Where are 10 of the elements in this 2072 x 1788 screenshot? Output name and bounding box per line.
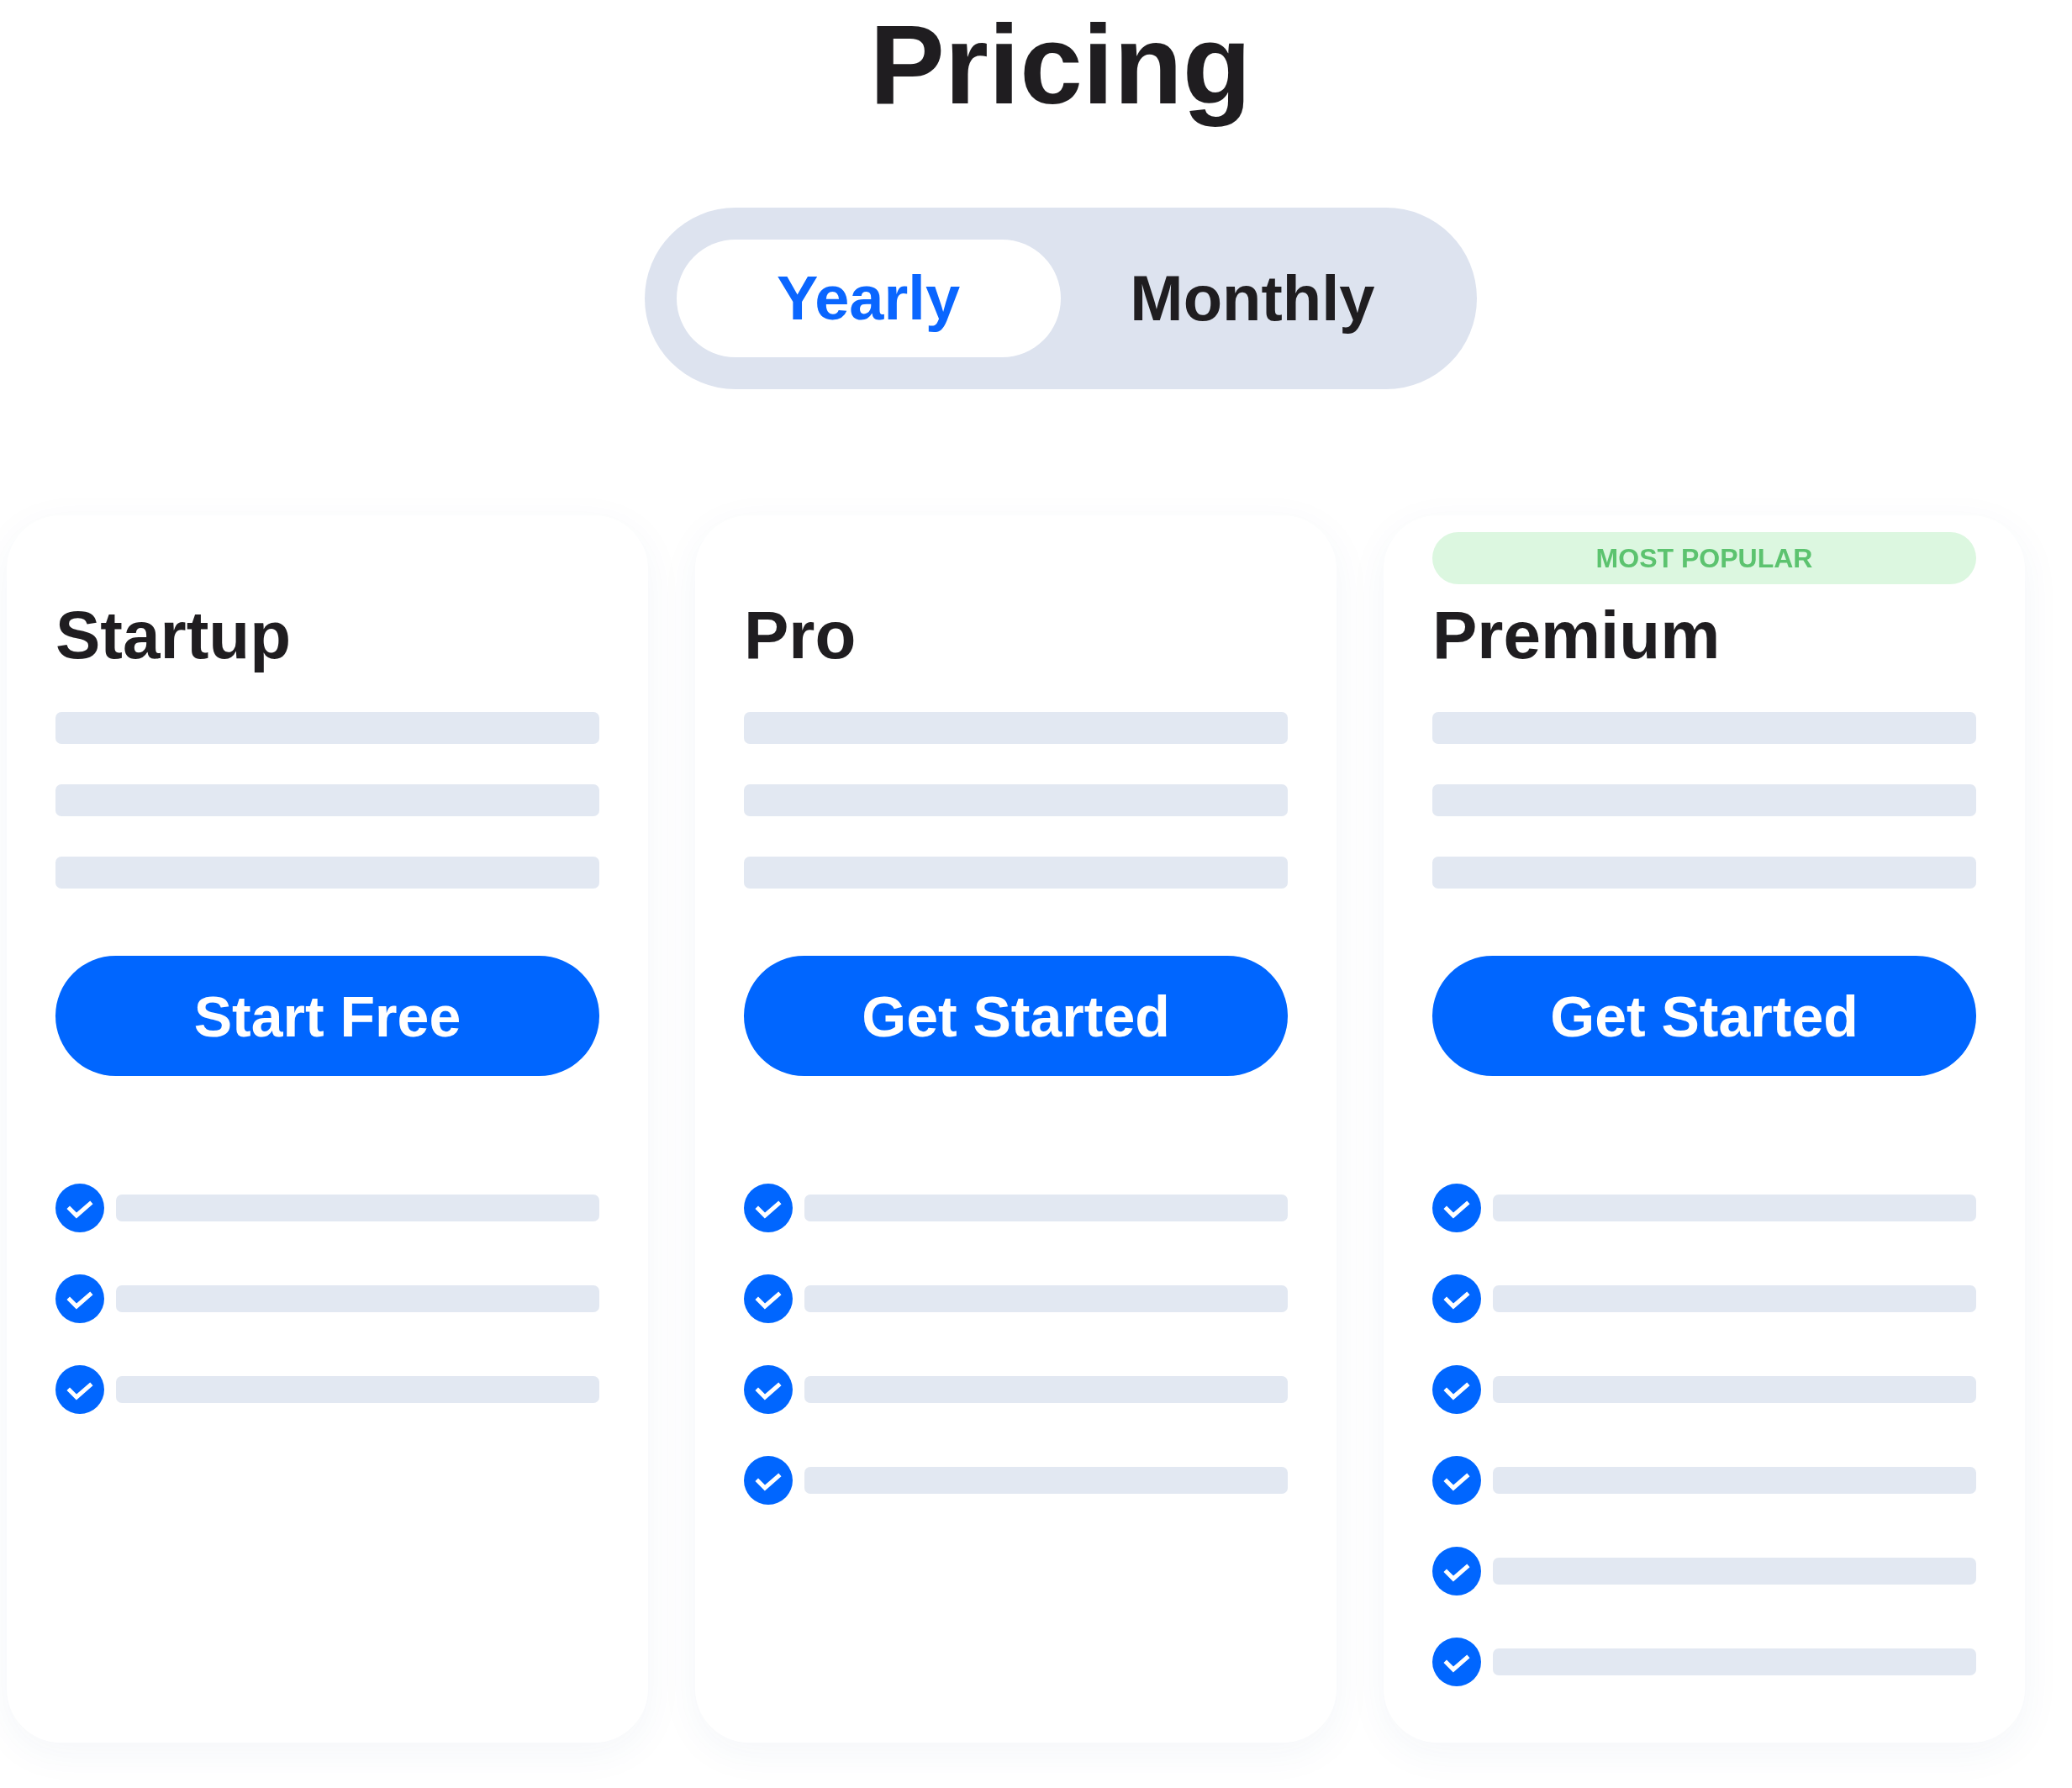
plan-name: Startup <box>55 597 292 675</box>
plan-name: Premium <box>1432 597 1721 675</box>
page-title: Pricing <box>869 1 1252 129</box>
billing-tab[interactable]: Yearly <box>676 240 1061 358</box>
plan-button[interactable]: Get Started <box>1432 956 1976 1077</box>
plan-name: Pro <box>744 597 857 675</box>
billing-tab[interactable]: Monthly <box>1060 240 1445 358</box>
popular-badge: MOST POPULAR <box>1432 532 1976 585</box>
plan-button[interactable]: Start Free <box>55 956 599 1077</box>
plan-button[interactable]: Get Started <box>744 956 1288 1077</box>
